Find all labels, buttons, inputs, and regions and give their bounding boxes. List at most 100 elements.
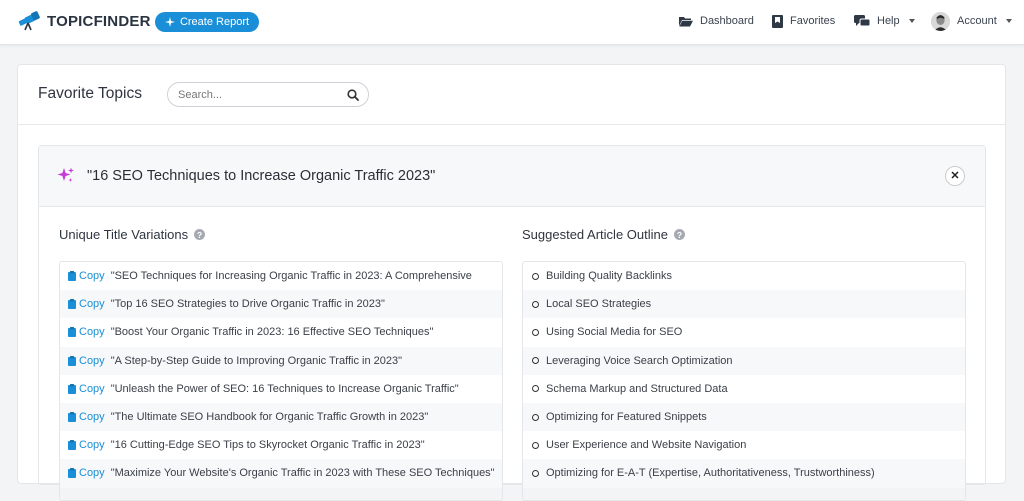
- clipboard-icon: [68, 299, 76, 310]
- outline-item-text: Schema Markup and Structured Data: [546, 382, 728, 395]
- list-item: Copy "Maximize Your Website's Organic Tr…: [60, 459, 502, 488]
- bullet-icon: [532, 357, 539, 365]
- list-item: Copy "SEO Techniques for Increasing Orga…: [60, 262, 502, 290]
- title-variation-text: "Boost Your Organic Traffic in 2023: 16 …: [110, 326, 434, 339]
- clipboard-icon: [68, 355, 76, 366]
- logo-text: TOPICFINDER: [47, 12, 151, 30]
- bullet-icon: [532, 300, 539, 308]
- bullet-icon: [532, 385, 539, 393]
- title-variation-text: "SEO Techniques for Increasing Organic T…: [110, 270, 472, 283]
- chevron-down-icon: [1005, 19, 1012, 23]
- search-input[interactable]: [178, 87, 338, 103]
- outline-item-text: Leveraging Voice Search Optimization: [546, 354, 733, 367]
- title-variation-text: "The Ultimate SEO Handbook for Organic T…: [110, 411, 429, 424]
- card-header: Favorite Topics: [18, 65, 1005, 125]
- title-variations-list: Copy "SEO Techniques for Increasing Orga…: [59, 261, 503, 501]
- close-icon: ✕: [950, 169, 960, 182]
- nav-help[interactable]: Help: [854, 12, 915, 30]
- title-variation-text: "A Step-by-Step Guide to Improving Organ…: [110, 354, 402, 367]
- titles-heading-label: Unique Title Variations: [59, 227, 189, 242]
- copy-label: Copy: [79, 354, 105, 367]
- title-variation-text: "Top 16 SEO Strategies to Drive Organic …: [110, 298, 385, 311]
- clipboard-icon: [68, 383, 76, 394]
- list-item: Optimizing for Featured Snippets: [523, 402, 965, 432]
- nav-dashboard[interactable]: Dashboard: [679, 12, 754, 30]
- copy-button[interactable]: Copy: [68, 439, 105, 451]
- copy-label: Copy: [79, 467, 105, 480]
- clipboard-icon: [68, 327, 76, 338]
- clipboard-icon: [68, 468, 76, 479]
- copy-label: Copy: [79, 411, 105, 424]
- titles-heading: Unique Title Variations ?: [59, 227, 206, 242]
- copy-label: Copy: [79, 270, 105, 283]
- list-item: Copy "Boost Your Organic Traffic in 2023…: [60, 318, 502, 346]
- sparkle-icon: [57, 167, 74, 182]
- avatar: [931, 11, 950, 31]
- outline-item-text: Building Quality Backlinks: [546, 270, 672, 283]
- copy-label: Copy: [79, 298, 105, 311]
- list-item: Copy "The Ultimate SEO Handbook for Orga…: [60, 402, 502, 432]
- list-item: Copy "Unleash the Power of SEO: 16 Techn…: [60, 375, 502, 403]
- bookmark-icon: [772, 14, 783, 28]
- outline-heading-label: Suggested Article Outline: [522, 227, 668, 242]
- bullet-icon: [532, 441, 539, 449]
- chat-icon: [854, 14, 870, 26]
- list-item: Copy "A Step-by-Step Guide to Improving …: [60, 346, 502, 375]
- bullet-icon: [532, 328, 539, 336]
- outline-item-text: Local SEO Strategies: [546, 298, 652, 311]
- favorite-topics-card: Favorite Topics "16 SEO Techniques to In…: [17, 64, 1006, 501]
- list-item: Leveraging Voice Search Optimization: [523, 346, 965, 375]
- list-item: Optimizing for E-A-T (Expertise, Authori…: [523, 459, 965, 488]
- page-title: Favorite Topics: [38, 85, 142, 102]
- copy-button[interactable]: Copy: [68, 383, 105, 395]
- nav-help-label: Help: [877, 15, 900, 27]
- logo[interactable]: TOPICFINDER: [17, 11, 151, 31]
- copy-button[interactable]: Copy: [68, 467, 105, 479]
- search-icon[interactable]: [347, 89, 359, 101]
- clipboard-icon: [68, 412, 76, 423]
- nav-account-label: Account: [957, 15, 997, 27]
- create-report-button[interactable]: Create Report: [155, 12, 259, 32]
- top-navbar: TOPICFINDER Create Report Dashboard Favo…: [0, 0, 1024, 45]
- list-item: Using Social Media for SEO: [523, 318, 965, 346]
- list-item: Schema Markup and Structured Data: [523, 375, 965, 403]
- nav-dashboard-label: Dashboard: [700, 15, 754, 27]
- list-item: Copy "16 Cutting-Edge SEO Tips to Skyroc…: [60, 431, 502, 459]
- copy-button[interactable]: Copy: [68, 298, 105, 310]
- title-variation-text: "Unleash the Power of SEO: 16 Techniques…: [110, 382, 459, 395]
- copy-label: Copy: [79, 382, 105, 395]
- close-button[interactable]: ✕: [945, 166, 965, 186]
- copy-button[interactable]: Copy: [68, 326, 105, 338]
- copy-button[interactable]: Copy: [68, 355, 105, 367]
- copy-label: Copy: [79, 439, 105, 452]
- clipboard-icon: [68, 271, 76, 282]
- list-item: User Experience and Website Navigation: [523, 431, 965, 459]
- nav-account[interactable]: Account: [931, 11, 1012, 31]
- outline-item-text: Using Social Media for SEO: [546, 326, 683, 339]
- outline-heading: Suggested Article Outline ?: [522, 227, 685, 242]
- bullet-icon: [532, 272, 539, 280]
- topic-title: "16 SEO Techniques to Increase Organic T…: [87, 168, 436, 184]
- bullet-icon: [532, 469, 539, 477]
- folder-open-icon: [679, 16, 693, 26]
- help-icon[interactable]: ?: [194, 229, 206, 240]
- nav-favorites[interactable]: Favorites: [772, 12, 835, 30]
- outline-item-text: User Experience and Website Navigation: [546, 439, 747, 452]
- title-variation-text: "Maximize Your Website's Organic Traffic…: [110, 467, 495, 480]
- list-item: Local SEO Strategies: [523, 290, 965, 319]
- article-outline-list: Building Quality Backlinks Local SEO Str…: [522, 261, 966, 501]
- telescope-icon: [18, 11, 40, 31]
- list-item: Building Quality Backlinks: [523, 262, 965, 290]
- nav-favorites-label: Favorites: [790, 15, 836, 27]
- copy-button[interactable]: Copy: [68, 270, 105, 282]
- copy-label: Copy: [79, 326, 105, 339]
- topic-header: "16 SEO Techniques to Increase Organic T…: [39, 146, 985, 207]
- help-icon[interactable]: ?: [673, 229, 685, 240]
- bullet-icon: [532, 413, 539, 421]
- copy-button[interactable]: Copy: [68, 411, 105, 423]
- chevron-down-icon: [908, 19, 915, 23]
- create-report-label: Create Report: [179, 16, 250, 28]
- sparkle-icon: [164, 17, 175, 27]
- outline-item-text: Optimizing for Featured Snippets: [546, 411, 707, 424]
- clipboard-icon: [68, 440, 76, 451]
